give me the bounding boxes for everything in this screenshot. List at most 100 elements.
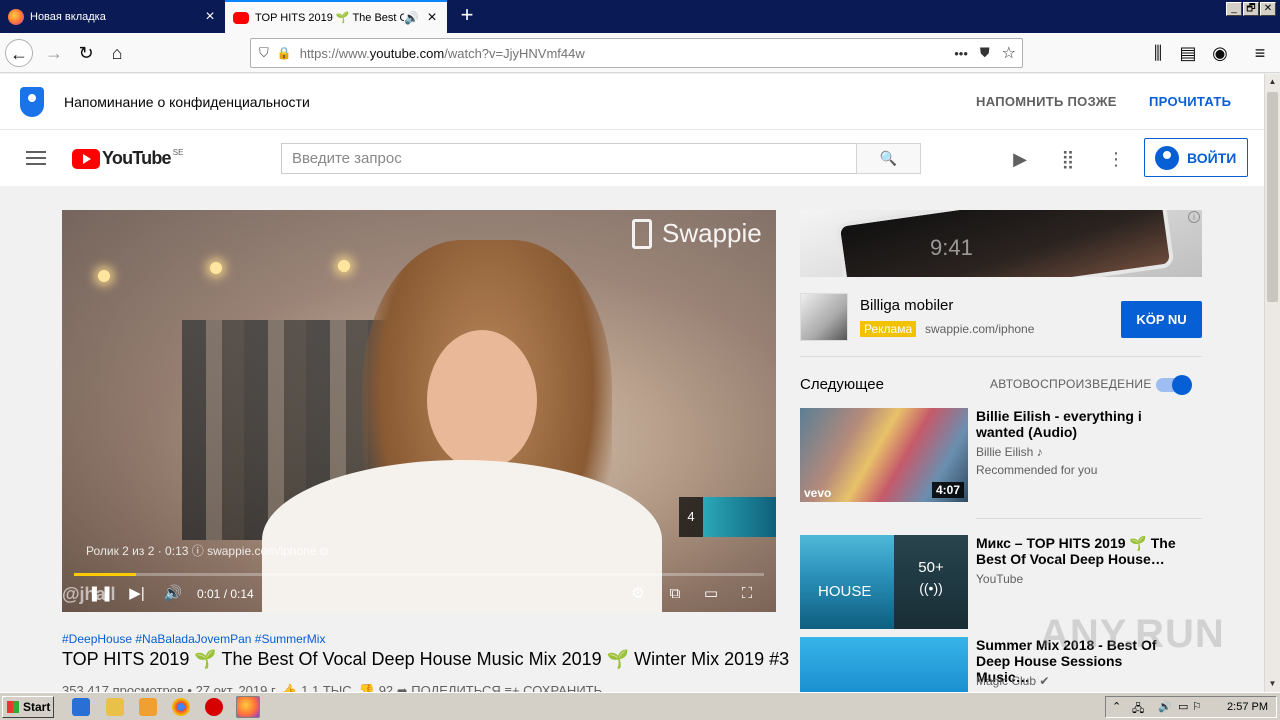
progress-bar[interactable] (74, 573, 764, 576)
ad-brand-overlay[interactable]: Swappie (632, 218, 762, 249)
menu-icon[interactable]: ≡ (1246, 39, 1274, 67)
more-vert-icon[interactable]: ⋮ (1104, 147, 1128, 171)
close-tab-icon[interactable]: × (201, 8, 219, 26)
bookmark-star-icon[interactable]: ☆ (1002, 43, 1016, 63)
ad-banner-image[interactable]: 9:41 (800, 210, 1202, 277)
youtube-play-icon (72, 148, 100, 169)
remind-later-button[interactable]: НАПОМНИТЬ ПОЗЖЕ (976, 94, 1117, 109)
search-button[interactable]: 🔍 (856, 143, 921, 174)
privacy-shield-icon (20, 86, 44, 117)
video-hashtags[interactable]: #DeepHouse #NaBaladaJovemPan #SummerMix (62, 632, 325, 646)
clock: 2:57 PM (1227, 701, 1268, 713)
youtube-header: YouTube SE Введите запрос 🔍 ▶︎ ⣿ ⋮ ВОЙТИ (0, 130, 1264, 186)
start-button[interactable]: Start (2, 696, 54, 718)
new-tab-button[interactable]: + (455, 4, 479, 28)
settings-gear-icon[interactable]: ⚙ (628, 583, 648, 605)
recommendation-channel: Billie Eilish ♪ (976, 445, 1043, 459)
network-icon[interactable]: 🖧 (1132, 700, 1144, 719)
video-frame-face (427, 330, 537, 470)
up-next-label: Следующее (800, 376, 884, 393)
sidebar-icon[interactable]: ▤ (1174, 39, 1202, 67)
playlist-overlay: 50+ ((•)) (894, 535, 968, 629)
house-label: HOUSE (818, 583, 872, 600)
user-avatar-icon (1155, 145, 1179, 170)
theater-mode-icon[interactable]: ▭ (700, 583, 722, 605)
chrome-icon[interactable] (172, 698, 190, 716)
scrollbar-thumb[interactable] (1267, 92, 1278, 302)
volume-tray-icon[interactable]: 🔊 (1158, 700, 1172, 713)
restore-button[interactable]: 🗗 (1243, 2, 1259, 16)
autoplay-toggle[interactable] (1156, 375, 1192, 395)
create-video-icon[interactable]: ▶︎ (1008, 147, 1032, 171)
youtube-logo[interactable]: YouTube SE (72, 148, 183, 169)
apps-grid-icon[interactable]: ⣿ (1056, 147, 1080, 171)
read-button[interactable]: ПРОЧИТАТЬ (1149, 94, 1231, 109)
scroll-down-icon[interactable]: ▼ (1265, 676, 1280, 692)
library-icon[interactable]: ⫼ (1144, 39, 1172, 67)
lock-icon[interactable]: 🔒 (277, 46, 292, 60)
speaker-icon[interactable]: 🔊 (404, 11, 419, 25)
signin-label: ВОЙТИ (1187, 149, 1237, 166)
mix-icon: ((•)) (919, 580, 943, 596)
video-player[interactable]: Swappie Ролик 2 из 2 · 0:13 ⓘ swappie.co… (62, 210, 776, 612)
opera-icon[interactable] (205, 698, 223, 716)
explorer-icon[interactable] (106, 698, 124, 716)
vertical-scrollbar[interactable]: ▲ ▼ (1264, 74, 1280, 692)
time-display: 0:01 / 0:14 (197, 587, 254, 601)
tab-label: Новая вкладка (30, 10, 106, 23)
tab-youtube[interactable]: TOP HITS 2019 🌱 The Best Of 🔊 × (225, 0, 447, 33)
duration-badge: 4:07 (931, 482, 964, 498)
pause-icon[interactable]: ❚❚ (88, 583, 113, 605)
recommendation-item[interactable]: vevo 4:07 Billie Eilish - everything i w… (800, 408, 1202, 502)
youtube-favicon-icon (233, 11, 249, 24)
home-icon[interactable]: ⌂ (103, 39, 131, 67)
media-player-icon[interactable] (139, 698, 157, 716)
flag-icon[interactable]: ⚐ (1192, 700, 1202, 713)
url-bar[interactable]: ⛉ 🔒 https://www. youtube.com/watch?v=JjyH… (250, 38, 1023, 68)
windows-taskbar: Start ⌃ 🖧 🔊 ▭ ⚐ 2:57 PM (0, 692, 1280, 720)
tab-new-tab[interactable]: Новая вкладка × (0, 0, 225, 33)
firefox-taskbar-icon[interactable] (236, 696, 260, 718)
forward-arrow-icon[interactable]: → (40, 39, 68, 67)
system-tray: ⌃ 🖧 🔊 ▭ ⚐ 2:57 PM (1105, 696, 1277, 718)
banner-clock: 9:41 (930, 235, 973, 260)
pocket-icon[interactable]: ⛊ (980, 45, 990, 61)
ad-url: swappie.com/iphone (925, 322, 1035, 336)
page-actions-icon[interactable]: ••• (954, 46, 968, 61)
signin-button[interactable]: ВОЙТИ (1144, 138, 1248, 177)
shield-icon[interactable]: ⛉ (259, 45, 269, 61)
playlist-count: 50+ (918, 559, 944, 576)
search-input[interactable]: Введите запрос (281, 143, 857, 174)
video-title: TOP HITS 2019 🌱 The Best Of Vocal Deep H… (62, 649, 790, 669)
close-window-button[interactable]: ✕ (1260, 2, 1276, 16)
next-icon[interactable]: ▶| (128, 583, 146, 605)
next-ad-thumbnail[interactable]: 4 (679, 497, 776, 537)
autoplay-label: АВТОВОСПРОИЗВЕДЕНИЕ (990, 377, 1152, 391)
volume-icon[interactable]: 🔊 (162, 583, 184, 605)
account-icon[interactable]: ◉ (1206, 39, 1234, 67)
hamburger-menu-icon[interactable] (26, 151, 46, 165)
reload-icon[interactable]: ↻ (72, 39, 100, 67)
back-arrow-icon[interactable]: ← (5, 39, 33, 67)
buy-now-button[interactable]: KÖP NU (1121, 301, 1202, 338)
privacy-text: Напоминание о конфиденциальности (64, 93, 310, 110)
miniplayer-icon[interactable]: ⧉ (664, 583, 686, 605)
firefox-icon (8, 8, 24, 25)
scroll-up-icon[interactable]: ▲ (1265, 74, 1280, 90)
ad-info-icon[interactable]: i (1188, 211, 1200, 223)
tray-arrow-icon[interactable]: ⌃ (1112, 700, 1121, 713)
navigation-toolbar: ← → ↻ ⌂ ⛉ 🔒 https://www. youtube.com/watc… (0, 33, 1280, 73)
video-frame-shirt (262, 460, 662, 612)
ad-badge: Реклама (860, 321, 917, 337)
fullscreen-icon[interactable]: ⛶ (736, 583, 758, 605)
ad-info-text[interactable]: Ролик 2 из 2 · 0:13 ⓘ swappie.com/iphone… (86, 542, 328, 559)
display-icon[interactable]: ▭ (1178, 700, 1188, 713)
close-tab-icon[interactable]: × (423, 9, 441, 27)
minimize-button[interactable]: _ (1226, 2, 1242, 16)
privacy-reminder-banner: Напоминание о конфиденциальности НАПОМНИ… (0, 74, 1264, 130)
recommendation-thumbnail: HOUSE 50+ ((•)) (800, 535, 968, 629)
tab-strip: Новая вкладка × TOP HITS 2019 🌱 The Best… (0, 0, 1280, 33)
ie-icon[interactable] (72, 698, 90, 716)
next-count: 4 (679, 497, 703, 537)
light-bulb (98, 270, 110, 282)
